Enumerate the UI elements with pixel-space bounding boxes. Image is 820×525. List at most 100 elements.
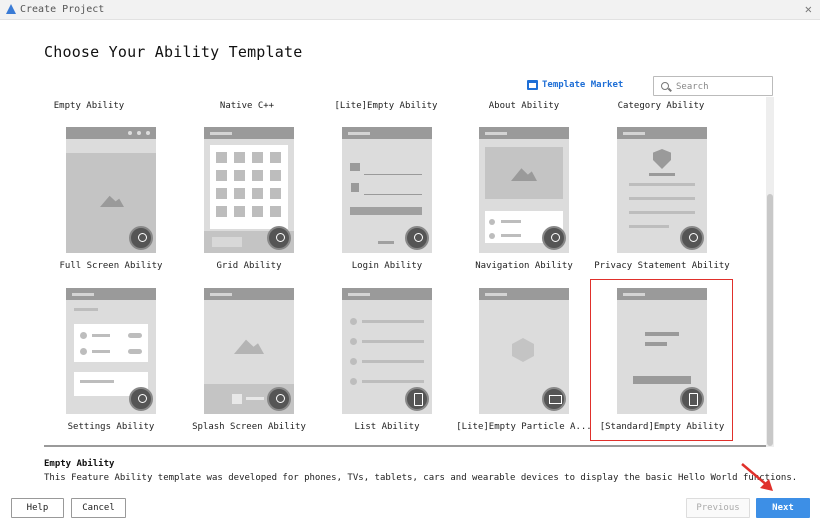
template-card-list[interactable] bbox=[342, 288, 432, 414]
template-card-label[interactable]: List Ability bbox=[317, 422, 457, 432]
template-market-link[interactable]: Template Market bbox=[527, 80, 623, 90]
setting-line bbox=[80, 380, 114, 383]
template-label[interactable]: About Ability bbox=[459, 101, 589, 111]
description-title: Empty Ability bbox=[44, 459, 115, 469]
scrollbar-thumb[interactable] bbox=[767, 194, 773, 446]
list-line bbox=[362, 320, 424, 323]
cancel-button[interactable]: Cancel bbox=[71, 498, 126, 518]
text-line bbox=[645, 332, 679, 336]
multi-device-icon bbox=[680, 226, 704, 250]
template-card-label[interactable]: Login Ability bbox=[317, 261, 457, 271]
card-header bbox=[204, 288, 294, 300]
template-card-label[interactable]: Privacy Statement Ability bbox=[592, 261, 732, 271]
grid-cell bbox=[234, 188, 245, 199]
multi-device-icon bbox=[129, 226, 153, 250]
multi-device-icon bbox=[267, 226, 291, 250]
template-card-label[interactable]: Splash Screen Ability bbox=[179, 422, 319, 432]
template-card-label[interactable]: Navigation Ability bbox=[454, 261, 594, 271]
link-shape bbox=[378, 241, 394, 244]
lock-icon bbox=[351, 183, 359, 192]
app-logo-icon bbox=[6, 4, 16, 14]
grid-cell bbox=[216, 206, 227, 217]
bottom-bar-item bbox=[212, 237, 242, 247]
template-card-label[interactable]: [Standard]Empty Ability bbox=[592, 422, 732, 432]
help-button[interactable]: Help bbox=[11, 498, 64, 518]
multi-device-icon bbox=[267, 387, 291, 411]
grid-cell bbox=[270, 188, 281, 199]
login-button-shape bbox=[350, 207, 422, 215]
list-line bbox=[362, 380, 424, 383]
template-label[interactable]: Category Ability bbox=[596, 101, 726, 111]
search-icon bbox=[661, 82, 669, 90]
template-card-navigation[interactable] bbox=[479, 127, 569, 253]
toggle-shape bbox=[128, 333, 142, 338]
card-header bbox=[342, 288, 432, 300]
shield-icon bbox=[653, 149, 671, 169]
phone-icon bbox=[405, 387, 429, 411]
card-header bbox=[479, 288, 569, 300]
template-card-label[interactable]: Settings Ability bbox=[44, 422, 181, 432]
template-card-label[interactable]: Grid Ability bbox=[179, 261, 319, 271]
page-title: Choose Your Ability Template bbox=[44, 43, 303, 61]
template-label[interactable]: Empty Ability bbox=[44, 101, 154, 111]
template-market-label: Template Market bbox=[542, 80, 624, 90]
toggle-shape bbox=[128, 349, 142, 354]
card-header bbox=[204, 127, 294, 139]
grid-cell bbox=[252, 206, 263, 217]
card-header bbox=[66, 288, 156, 300]
list-line bbox=[362, 360, 424, 363]
button-shape bbox=[633, 376, 691, 384]
text-line bbox=[629, 211, 695, 214]
image-icon bbox=[234, 339, 264, 354]
template-gallery[interactable]: Empty Ability Native C++ [Lite]Empty Abi… bbox=[44, 97, 774, 447]
template-label[interactable]: [Lite]Empty Ability bbox=[321, 101, 451, 111]
list-dot bbox=[350, 358, 357, 365]
template-card-full-screen[interactable] bbox=[66, 127, 156, 253]
grid-cell bbox=[216, 188, 227, 199]
mail-icon bbox=[350, 163, 360, 171]
grid-cell bbox=[234, 170, 245, 181]
list-line bbox=[501, 234, 521, 237]
card-header bbox=[617, 288, 707, 300]
search-box[interactable] bbox=[653, 76, 773, 96]
text-line bbox=[649, 173, 675, 176]
grid-cell bbox=[216, 152, 227, 163]
grid-cell bbox=[270, 170, 281, 181]
template-card-label[interactable]: Full Screen Ability bbox=[44, 261, 181, 271]
multi-device-icon bbox=[129, 387, 153, 411]
grid-cell bbox=[252, 170, 263, 181]
multi-device-icon bbox=[405, 226, 429, 250]
search-input[interactable] bbox=[676, 79, 768, 94]
store-icon bbox=[527, 80, 538, 90]
template-card-settings[interactable] bbox=[66, 288, 156, 414]
list-dot bbox=[489, 219, 495, 225]
template-card-login[interactable] bbox=[342, 127, 432, 253]
list-dot bbox=[350, 318, 357, 325]
grid-cell bbox=[234, 152, 245, 163]
setting-line bbox=[92, 350, 110, 353]
template-card-standard-empty[interactable] bbox=[617, 288, 707, 414]
template-card-grid[interactable] bbox=[204, 127, 294, 253]
template-label[interactable]: Native C++ bbox=[182, 101, 312, 111]
previous-button[interactable]: Previous bbox=[686, 498, 750, 518]
template-card-splash[interactable] bbox=[204, 288, 294, 414]
setting-dot bbox=[80, 332, 87, 339]
title-bar: Create Project ✕ bbox=[0, 0, 820, 20]
window-title: Create Project bbox=[20, 4, 105, 15]
card-header bbox=[342, 127, 432, 139]
text-line bbox=[629, 183, 695, 186]
description-text: This Feature Ability template was develo… bbox=[44, 473, 798, 483]
grid-cell bbox=[270, 152, 281, 163]
text-line bbox=[645, 342, 667, 346]
template-card-privacy[interactable] bbox=[617, 127, 707, 253]
vertical-scrollbar[interactable] bbox=[766, 97, 774, 447]
template-card-lite-particle[interactable] bbox=[479, 288, 569, 414]
close-icon[interactable]: ✕ bbox=[805, 2, 812, 16]
list-dot bbox=[350, 378, 357, 385]
text-line bbox=[629, 225, 669, 228]
template-card-label[interactable]: [Lite]Empty Particle A... bbox=[454, 422, 594, 432]
list-line bbox=[362, 340, 424, 343]
next-button[interactable]: Next bbox=[756, 498, 810, 518]
tv-icon bbox=[542, 387, 566, 411]
list-line bbox=[501, 220, 521, 223]
